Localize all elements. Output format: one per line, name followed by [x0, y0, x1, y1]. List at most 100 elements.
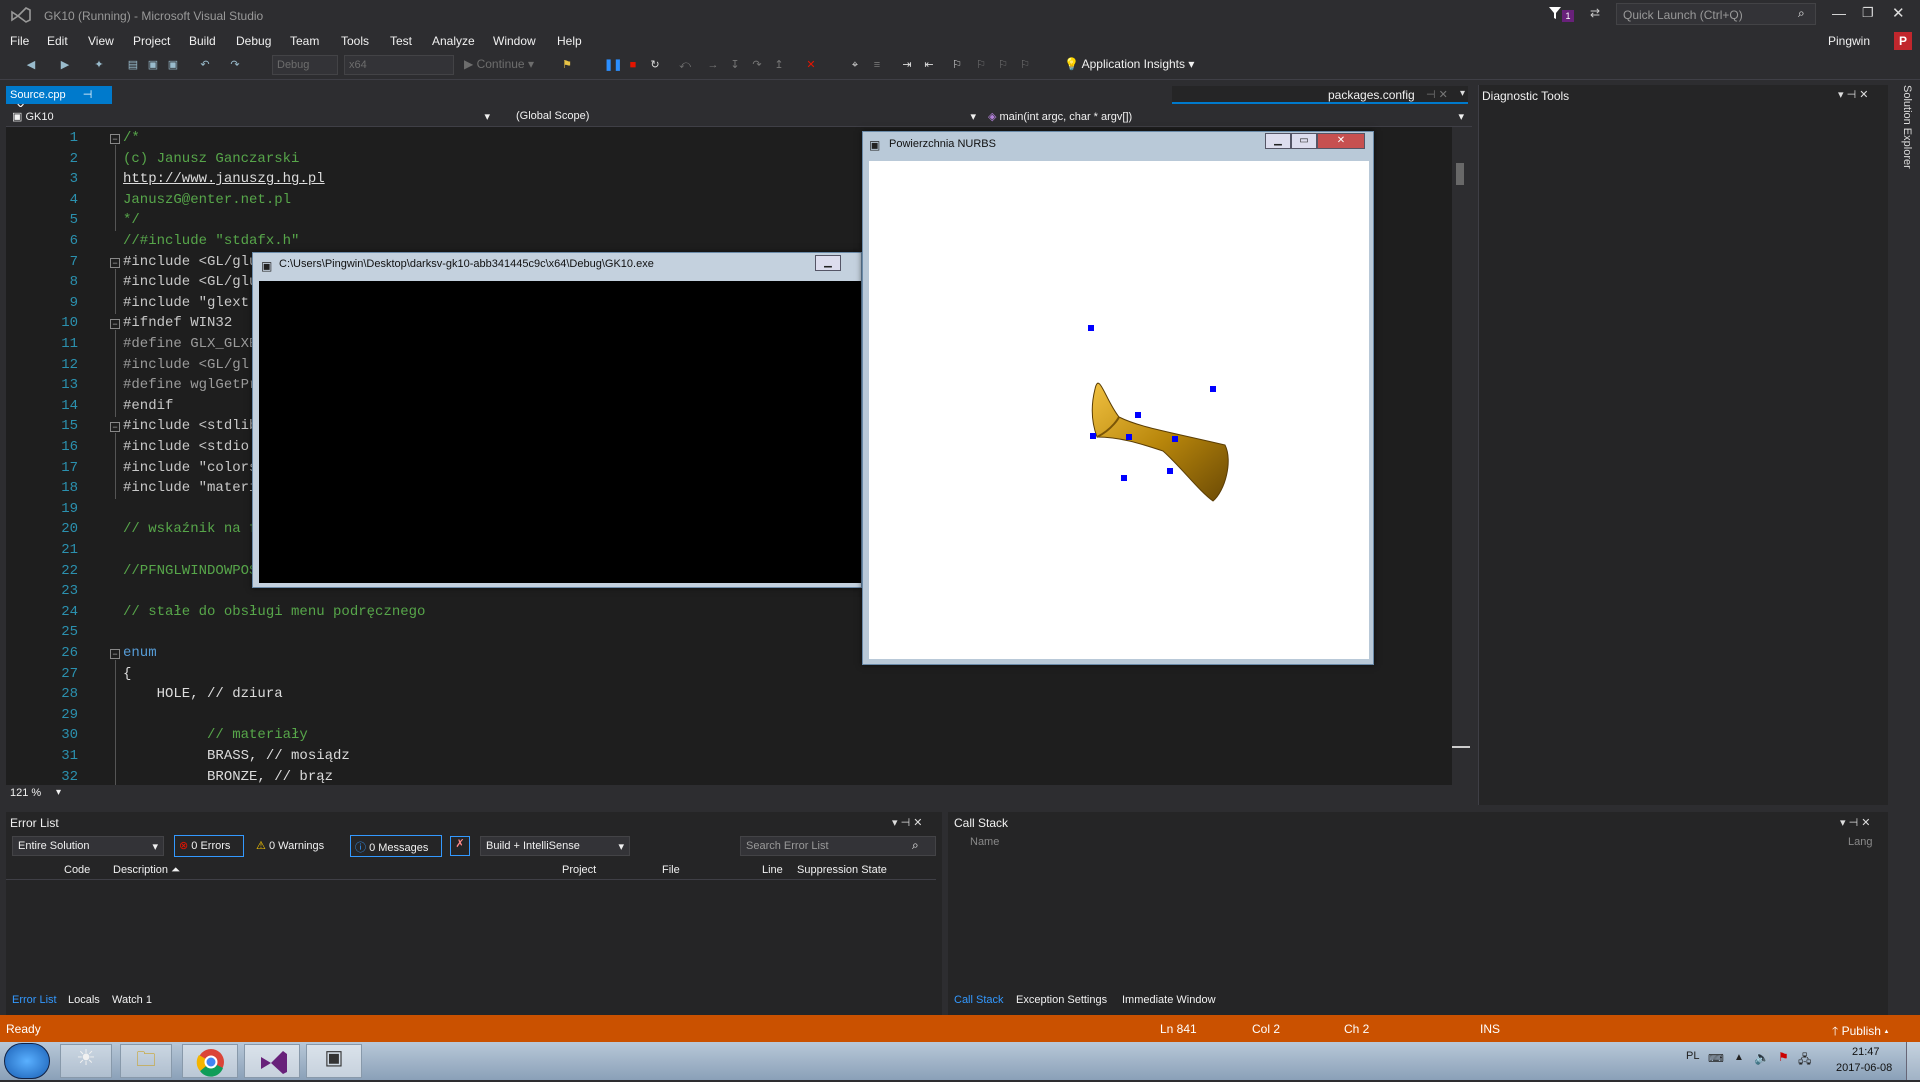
user-name[interactable]: Pingwin — [1828, 34, 1870, 48]
tab-exception-settings[interactable]: Exception Settings — [1016, 994, 1107, 1006]
control-point[interactable] — [1135, 412, 1141, 418]
column-description[interactable]: Description ⏶ — [113, 864, 180, 877]
new-project-icon[interactable]: ✦ — [92, 58, 106, 72]
bookmark-clear-icon[interactable]: ⚐ — [1018, 58, 1032, 72]
menu-window[interactable]: Window — [493, 34, 536, 48]
show-desktop-button[interactable] — [1906, 1042, 1920, 1080]
control-point[interactable] — [1090, 433, 1096, 439]
show-next-statement-icon[interactable]: ⤺ — [678, 58, 692, 72]
error-list-controls[interactable]: ▾ ⊣ ✕ — [892, 816, 922, 829]
indent-icon[interactable]: ⇥ — [900, 58, 914, 72]
build-filter-dropdown[interactable]: Build + IntelliSense ▾ — [480, 836, 630, 856]
action-center-icon[interactable]: ⚑ — [1778, 1050, 1789, 1064]
nurbs-window[interactable]: ▣ Powierzchnia NURBS ▁ ▭ ✕ — [862, 131, 1374, 665]
forward-icon[interactable]: ▶ — [58, 58, 72, 72]
taskbar-visual-studio-icon[interactable] — [244, 1044, 300, 1078]
tab-packages-config[interactable]: packages.config — [1328, 88, 1415, 102]
menu-tools[interactable]: Tools — [341, 34, 369, 48]
menu-project[interactable]: Project — [133, 34, 170, 48]
tab-call-stack[interactable]: Call Stack — [954, 994, 1004, 1006]
column-language[interactable]: Lang — [1848, 836, 1872, 848]
column-name[interactable]: Name — [970, 836, 999, 848]
column-code[interactable]: Code — [64, 864, 90, 876]
scope-select[interactable]: (Global Scope) ▾ — [512, 108, 980, 126]
control-point[interactable] — [1126, 434, 1132, 440]
call-stack-controls[interactable]: ▾ ⊣ ✕ — [1840, 816, 1870, 829]
project-select[interactable]: ▣ GK10 ▾ — [8, 108, 494, 126]
warnings-filter-button[interactable]: ⚠ 0 Warnings — [254, 836, 326, 855]
open-file-icon[interactable]: ▤ — [126, 58, 140, 72]
menu-file[interactable]: File — [10, 34, 29, 48]
nurbs-close-button[interactable]: ✕ — [1317, 133, 1365, 149]
avatar[interactable]: P — [1894, 32, 1912, 50]
share-icon[interactable]: ⇄ — [1590, 6, 1606, 22]
tab-immediate-window[interactable]: Immediate Window — [1122, 994, 1216, 1006]
step-over-icon[interactable]: ↧ — [728, 58, 742, 72]
bookmark-icon[interactable]: ⚐ — [950, 58, 964, 72]
language-indicator[interactable]: PL — [1686, 1050, 1699, 1062]
menu-help[interactable]: Help — [557, 34, 582, 48]
publish-button[interactable]: 🡑 Publish ▴ — [1832, 1022, 1889, 1043]
process-icon[interactable]: ⚑ — [560, 58, 574, 72]
function-select[interactable]: ◈ main(int argc, char * argv[]) ▾ — [984, 108, 1468, 126]
column-project[interactable]: Project — [562, 864, 596, 876]
console-minimize-button[interactable]: ▁ — [815, 255, 841, 271]
notification-badge[interactable]: 1 — [1562, 10, 1574, 22]
diagnostic-tools-controls[interactable]: ▾ ⊣ ✕ — [1838, 88, 1868, 101]
fold-toggle-icon[interactable]: − — [110, 319, 120, 330]
restore-button[interactable]: ❐ — [1862, 5, 1874, 21]
keyboard-icon[interactable]: ⌨ — [1708, 1052, 1724, 1065]
restart-icon[interactable]: ↻ — [648, 58, 662, 72]
scope-dropdown[interactable]: Entire Solution ▾ — [12, 836, 164, 856]
editor-scrollbar[interactable] — [1452, 127, 1470, 785]
fold-toggle-icon[interactable]: − — [110, 649, 120, 659]
continue-button[interactable]: ▶ Continue ▾ — [464, 57, 534, 71]
close-button[interactable]: ✕ — [1892, 4, 1905, 22]
column-suppression-state[interactable]: Suppression State — [797, 864, 887, 876]
tab-watch-1[interactable]: Watch 1 — [112, 994, 152, 1006]
console-window[interactable]: ▣ C:\Users\Pingwin\Desktop\darksv-gk10-a… — [252, 252, 862, 588]
tab-source-cpp[interactable]: Source.cpp ⊣ ✕ — [6, 86, 112, 114]
breakpoints-icon[interactable]: ✕ — [804, 58, 818, 72]
nurbs-canvas[interactable] — [869, 161, 1369, 659]
find-icon[interactable]: ⌖ — [848, 58, 862, 72]
search-error-list-input[interactable]: Search Error List — [740, 836, 936, 856]
back-icon[interactable]: ◀ — [24, 58, 38, 72]
step-up-icon[interactable]: ↥ — [772, 58, 786, 72]
control-point[interactable] — [1088, 325, 1094, 331]
control-point[interactable] — [1121, 475, 1127, 481]
solution-explorer-tab[interactable]: Solution Explorer — [1895, 85, 1913, 225]
zoom-dropdown-icon[interactable]: ▾ — [56, 787, 61, 798]
nurbs-maximize-button[interactable]: ▭ — [1291, 133, 1317, 149]
menu-build[interactable]: Build — [189, 34, 216, 48]
menu-edit[interactable]: Edit — [47, 34, 68, 48]
save-all-icon[interactable]: ▣ — [166, 58, 180, 72]
undo-icon[interactable]: ↶ — [198, 58, 212, 72]
fold-toggle-icon[interactable]: − — [110, 257, 120, 268]
step-out-icon[interactable]: ↷ — [750, 58, 764, 72]
control-point[interactable] — [1167, 468, 1173, 474]
scrollbar-thumb[interactable] — [1456, 163, 1464, 185]
comment-icon[interactable]: ≡ — [870, 58, 884, 72]
control-point[interactable] — [1172, 436, 1178, 442]
column-line[interactable]: Line — [762, 864, 783, 876]
menu-analyze[interactable]: Analyze — [432, 34, 475, 48]
pause-icon[interactable]: ❚❚ — [604, 58, 622, 72]
errors-filter-button[interactable]: ⊗ 0 Errors — [174, 835, 244, 857]
start-button[interactable] — [4, 1043, 50, 1079]
taskbar-sun-app-icon[interactable]: ☀ — [60, 1044, 112, 1078]
minimize-button[interactable]: — — [1832, 5, 1846, 21]
fold-toggle-icon[interactable]: − — [110, 422, 120, 433]
tab-packages-close-icon[interactable]: ⊣ ✕ — [1426, 88, 1448, 101]
control-point[interactable] — [1210, 386, 1216, 392]
tab-error-list[interactable]: Error List — [12, 994, 57, 1006]
save-icon[interactable]: ▣ — [146, 58, 160, 72]
taskbar-explorer-icon[interactable]: 🗀 — [120, 1044, 172, 1078]
messages-filter-button[interactable]: ⓘ 0 Messages — [350, 835, 442, 857]
redo-icon[interactable]: ↷ — [228, 58, 242, 72]
clock-date[interactable]: 2017-06-08 — [1836, 1062, 1892, 1074]
clock-time[interactable]: 21:47 — [1852, 1046, 1880, 1058]
menu-view[interactable]: View — [88, 34, 114, 48]
bookmark-next-icon[interactable]: ⚐ — [996, 58, 1010, 72]
column-file[interactable]: File — [662, 864, 680, 876]
